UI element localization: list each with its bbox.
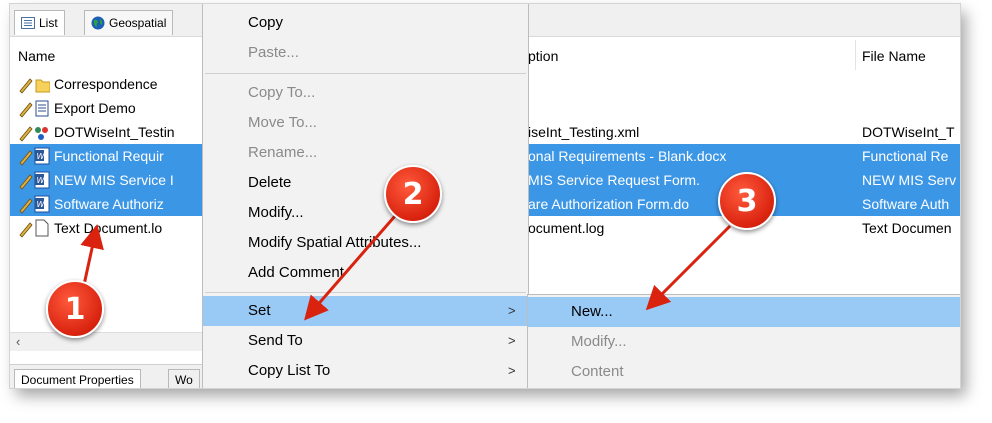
arrow-two <box>304 215 397 321</box>
arrow-three <box>645 224 732 311</box>
annotation-arrows <box>80 215 732 321</box>
step-badge-3: 3 <box>718 172 776 230</box>
step-badge-2: 2 <box>384 165 442 223</box>
step-badge-1: 1 <box>46 280 104 338</box>
application-window: List Geospatial Name ption File Name Cor… <box>10 4 960 388</box>
